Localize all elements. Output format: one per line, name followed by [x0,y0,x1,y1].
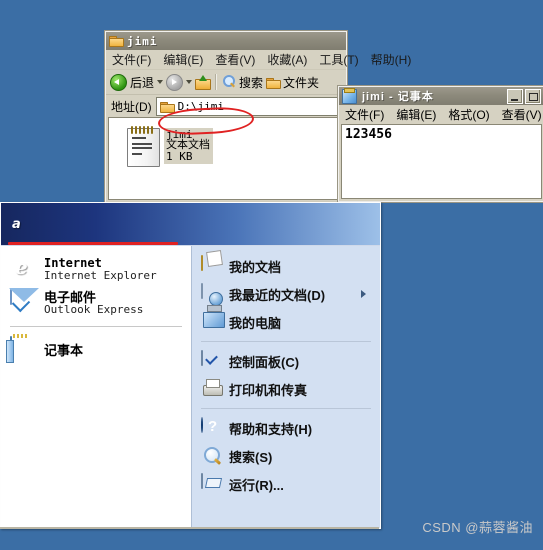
recent-documents-icon [201,283,221,304]
file-label: jimi 文本文档 1 KB [164,128,213,164]
address-folder-icon [159,101,175,113]
my-documents-label: 我的文档 [229,259,282,275]
my-computer-label: 我的电脑 [229,315,282,331]
back-arrow-icon [110,73,127,91]
explorer-window[interactable]: jimi 文件(F) 编辑(E) 查看(V) 收藏(A) 工具(T) 帮助(H)… [105,31,411,203]
start-menu-left-separator [10,326,182,327]
start-menu-body: Internet Internet Explorer 电子邮件 Outlook … [1,246,380,528]
run-label: 运行(R)... [229,477,284,493]
start-menu-item-email[interactable]: 电子邮件 Outlook Express [1,286,191,320]
internet-title: Internet [44,255,102,270]
file-size: 1 KB [166,150,193,163]
notepad-file-icon [127,126,160,167]
notepad-menu-file[interactable]: 文件(F) [345,106,384,123]
email-subtitle: Outlook Express [44,302,144,316]
notepad-menu-format[interactable]: 格式(O) [448,106,489,123]
explorer-window-title: jimi [127,34,158,48]
notepad-titlebar[interactable]: jimi - 记事本 [339,87,543,105]
search-icon [222,75,236,89]
search-icon [201,446,221,466]
toolbar-separator [215,74,218,90]
watermark: CSDN @蒜蓉酱油 [422,520,533,535]
start-menu-item-help-and-support[interactable]: 帮助和支持(H) [192,414,380,442]
start-menu-item-recent-documents[interactable]: 我最近的文档(D) [192,280,380,308]
start-menu[interactable]: a Internet Internet Explorer 电子邮件 Outloo… [0,202,381,529]
notepad-icon [342,87,357,104]
menu-item-help[interactable]: 帮助(H) [371,51,412,68]
forward-dropdown-icon[interactable] [186,80,193,84]
start-menu-item-search[interactable]: 搜索(S) [192,442,380,470]
start-menu-right-separator-2 [201,408,371,409]
forward-arrow-icon[interactable] [166,73,184,91]
address-label: 地址(D) [111,99,152,114]
control-panel-icon [201,350,221,371]
start-menu-right-separator-1 [201,341,371,342]
search-button-label: 搜索 [239,75,264,90]
notepad-menu-view[interactable]: 查看(V) [502,106,542,123]
start-menu-item-printers-and-faxes[interactable]: 打印机和传真 [192,375,380,403]
start-menu-bottom-edge [0,527,379,529]
start-menu-item-my-documents[interactable]: 我的文档 [192,252,380,280]
username-red-underline-annotation [8,242,178,245]
start-menu-right-column: 我的文档 我最近的文档(D) 我的电脑 控制面板(C) 打印机和传真 ? 帮助和… [191,246,380,528]
search-label: 搜索(S) [229,449,273,465]
recent-documents-label: 我最近的文档(D) [229,287,326,303]
explorer-menubar[interactable]: 文件(F) 编辑(E) 查看(V) 收藏(A) 工具(T) 帮助(H) [106,50,411,70]
chevron-right-icon [361,290,366,298]
notepad-editor[interactable]: 123456 [341,124,542,199]
menu-item-tools[interactable]: 工具(T) [319,51,358,68]
help-icon [201,417,221,438]
maximize-button[interactable] [525,88,541,104]
start-menu-item-notepad[interactable]: 记事本 [1,333,191,367]
run-icon [201,473,221,494]
minimize-button[interactable] [507,88,523,104]
notepad-text-content: 123456 [345,127,392,142]
list-item[interactable]: jimi 文本文档 1 KB [127,126,213,167]
my-documents-icon [201,255,221,276]
start-menu-item-my-computer[interactable]: 我的电脑 [192,308,380,336]
explorer-file-list[interactable]: jimi 文本文档 1 KB [108,117,344,200]
notepad-window-title: jimi - 记事本 [362,91,434,103]
email-title: 电子邮件 [44,289,97,305]
notepad-window[interactable]: jimi - 记事本 文件(F) 编辑(E) 格式(O) 查看(V) 12345… [338,86,543,202]
back-button[interactable]: 后退 [110,73,155,91]
start-menu-header: a [1,203,380,246]
notepad-menubar[interactable]: 文件(F) 编辑(E) 格式(O) 查看(V) [339,105,543,124]
menu-item-view[interactable]: 查看(V) [215,51,255,68]
address-input[interactable]: D:\jimi [155,96,343,116]
printers-label: 打印机和传真 [229,382,308,398]
start-menu-username: a [12,216,21,232]
control-panel-label: 控制面板(C) [229,354,300,370]
up-folder-icon[interactable] [195,75,212,90]
help-label: 帮助和支持(H) [229,421,313,437]
address-value: D:\jimi [177,99,225,113]
menu-item-file[interactable]: 文件(F) [112,51,151,68]
folders-icon [266,77,282,89]
notepad-label: 记事本 [44,342,84,358]
window-controls[interactable] [507,88,543,104]
notepad-menu-edit[interactable]: 编辑(E) [396,106,436,123]
notepad-icon [10,336,36,363]
start-menu-item-control-panel[interactable]: 控制面板(C) [192,347,380,375]
menu-item-favorites[interactable]: 收藏(A) [267,51,307,68]
explorer-addressbar[interactable]: 地址(D) D:\jimi [106,95,346,117]
mail-icon [10,289,36,316]
folder-icon [109,35,124,48]
start-menu-left-column: Internet Internet Explorer 电子邮件 Outlook … [1,246,191,528]
printer-icon [201,379,221,399]
menu-item-edit[interactable]: 编辑(E) [163,51,203,68]
back-dropdown-icon[interactable] [157,80,164,84]
internet-subtitle: Internet Explorer [44,268,157,282]
my-computer-icon [201,312,221,332]
start-menu-item-run[interactable]: 运行(R)... [192,470,380,498]
internet-explorer-icon [10,256,36,282]
explorer-toolbar[interactable]: 后退 搜索 文件夹 [106,70,346,95]
folders-button-label: 文件夹 [283,75,320,90]
explorer-titlebar[interactable]: jimi [106,32,346,50]
start-menu-item-internet-explorer[interactable]: Internet Internet Explorer [1,252,191,286]
back-button-label: 后退 [130,75,155,90]
search-button[interactable]: 搜索 [222,74,263,91]
folders-button[interactable]: 文件夹 [266,74,319,91]
